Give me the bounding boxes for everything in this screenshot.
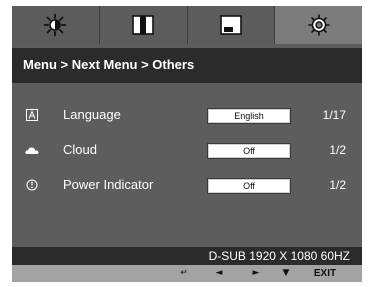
tab-bar bbox=[12, 6, 362, 44]
setting-label: Language bbox=[63, 107, 121, 122]
setting-label: Power Indicator bbox=[63, 177, 154, 192]
tab-picture[interactable] bbox=[98, 6, 187, 44]
setting-value-box[interactable]: Off bbox=[208, 179, 290, 193]
power-indicator-icon bbox=[25, 178, 39, 192]
contrast-picture-icon bbox=[132, 15, 154, 35]
right-arrow-icon[interactable]: ► bbox=[248, 267, 264, 280]
osd-menu: Menu > Next Menu > Others Language Engli… bbox=[12, 6, 362, 282]
setting-row-power-indicator[interactable]: Power Indicator Off 1/2 bbox=[12, 176, 362, 196]
tab-brightness[interactable] bbox=[12, 6, 99, 44]
navigation-bar: ↵ ◄ ► ▼ EXIT bbox=[12, 265, 362, 282]
input-signal-status: D-SUB 1920 X 1080 60HZ bbox=[208, 249, 350, 263]
tab-screen[interactable] bbox=[186, 6, 275, 44]
language-icon bbox=[25, 108, 39, 122]
setting-value-box[interactable]: Off bbox=[208, 144, 290, 158]
setting-value-box[interactable]: English bbox=[208, 109, 290, 123]
option-count: 1/17 bbox=[322, 108, 346, 122]
option-count: 1/2 bbox=[329, 178, 346, 192]
down-arrow-icon[interactable]: ▼ bbox=[278, 267, 294, 280]
setting-row-cloud[interactable]: Cloud Off 1/2 bbox=[12, 141, 362, 161]
settings-gear-icon bbox=[307, 14, 330, 36]
left-arrow-icon[interactable]: ◄ bbox=[211, 267, 227, 280]
setting-row-language[interactable]: Language English 1/17 bbox=[12, 106, 362, 126]
exit-button[interactable]: EXIT bbox=[308, 267, 342, 280]
option-count: 1/2 bbox=[329, 143, 346, 157]
breadcrumb: Menu > Next Menu > Others bbox=[23, 57, 195, 72]
tab-settings[interactable] bbox=[274, 6, 362, 44]
setting-label: Cloud bbox=[63, 142, 97, 157]
input-status-bar: D-SUB 1920 X 1080 60HZ bbox=[12, 247, 362, 265]
screen-position-icon bbox=[220, 15, 242, 35]
enter-icon[interactable]: ↵ bbox=[176, 267, 192, 280]
menu-title-bar: Menu > Next Menu > Others bbox=[12, 48, 362, 83]
brightness-icon bbox=[43, 13, 67, 37]
cloud-icon bbox=[25, 143, 39, 157]
